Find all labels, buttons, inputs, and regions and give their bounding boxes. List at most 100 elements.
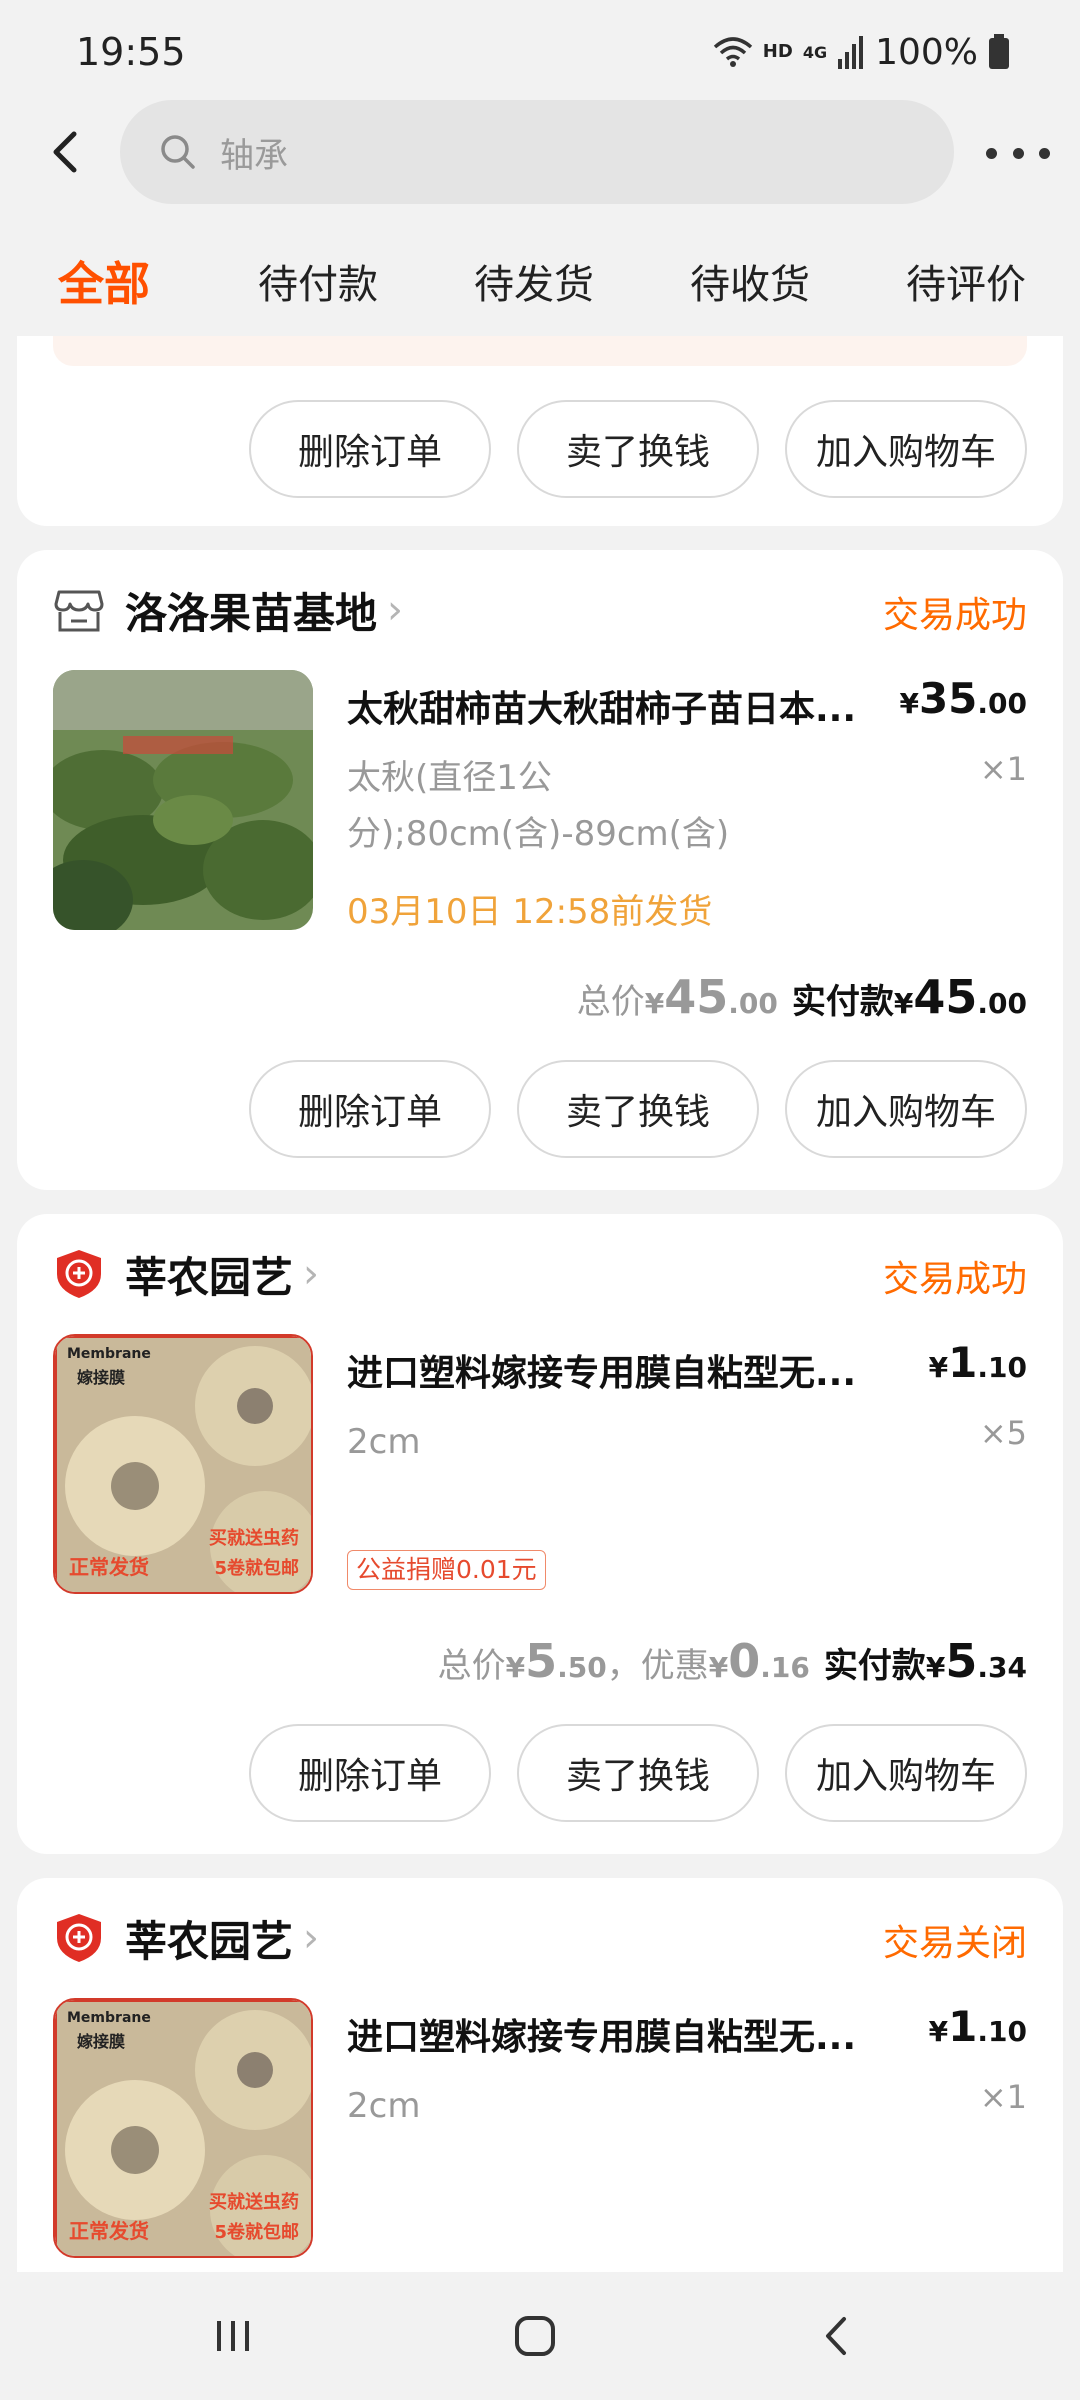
- order-status: 交易关闭: [882, 1923, 1027, 1964]
- product-title[interactable]: 进口塑料嫁接专用膜自粘型无...: [347, 1344, 877, 1396]
- price-currency: ¥: [928, 1351, 949, 1384]
- unit-price: ¥1.10: [929, 2002, 1027, 2051]
- paid-integer: 45: [913, 970, 978, 1024]
- home-button[interactable]: [500, 2306, 570, 2366]
- product-spec: 2cm: [347, 1422, 421, 1462]
- paid-amount: ¥5.34: [926, 1634, 1027, 1688]
- dot-icon: [986, 147, 997, 159]
- search-icon: [161, 135, 195, 169]
- charity-badge: 公益捐赠0.01元: [347, 1550, 546, 1590]
- price-integer: 1: [948, 1338, 978, 1387]
- price-currency: ¥: [899, 687, 919, 720]
- discount-label: ，优惠: [606, 1646, 709, 1686]
- resell-button[interactable]: 卖了换钱: [517, 400, 759, 498]
- price-currency: ¥: [928, 2015, 949, 2048]
- tab-all[interactable]: 全部: [58, 248, 150, 314]
- add-to-cart-button[interactable]: 加入购物车: [785, 1724, 1027, 1822]
- tab-pending-receipt[interactable]: 待收货: [690, 252, 810, 310]
- image-promo-text: 买就送虫药: [209, 1528, 299, 1549]
- image-promo-text: 买就送虫药: [209, 2192, 299, 2213]
- product-title[interactable]: 进口塑料嫁接专用膜自粘型无...: [347, 2008, 877, 2060]
- order-status: 交易成功: [882, 595, 1027, 636]
- product-spec: 太秋(直径1公分);80cm(含)-89cm(含): [347, 758, 730, 854]
- order-status: 交易成功: [882, 1259, 1027, 1300]
- tab-pending-payment[interactable]: 待付款: [258, 252, 378, 310]
- discount-amount: ¥0.16: [709, 1634, 810, 1688]
- shop-link[interactable]: 洛洛果苗基地 ›: [53, 580, 403, 640]
- price-decimal: .10: [977, 2015, 1027, 2048]
- image-promo-text: 5卷就包邮: [214, 1558, 299, 1579]
- delete-order-button[interactable]: 删除订单: [249, 1060, 491, 1158]
- back-button[interactable]: [36, 122, 96, 182]
- total-amount: ¥45.00: [645, 970, 778, 1024]
- shop-name: 莘农园艺: [125, 1252, 294, 1302]
- order-actions: 删除订单 卖了换钱 加入购物车: [249, 400, 1027, 498]
- paid-amount: ¥45.00: [894, 970, 1027, 1024]
- back-arrow-icon: [53, 131, 77, 173]
- quantity: ×1: [979, 2078, 1027, 2116]
- battery-icon: [989, 34, 1009, 69]
- chevron-right-icon: ›: [303, 1251, 320, 1297]
- more-options-button[interactable]: [986, 130, 1050, 176]
- search-input[interactable]: 轴承: [120, 100, 954, 204]
- product-image[interactable]: Membrane 嫁接膜 正常发货 买就送虫药 5卷就包邮: [53, 1998, 313, 2258]
- product-image[interactable]: Membrane 嫁接膜 正常发货 买就送虫药 5卷就包邮: [53, 1334, 313, 1594]
- status-icons: HD 4G 100%: [713, 28, 1010, 76]
- system-back-button[interactable]: [802, 2306, 872, 2366]
- system-navigation-bar: [0, 2272, 1080, 2400]
- search-header: 轴承: [0, 100, 1080, 208]
- total-amount: ¥5.50: [506, 1634, 607, 1688]
- signal-icon: [838, 36, 864, 69]
- delete-order-button[interactable]: 删除订单: [249, 400, 491, 498]
- recent-apps-button[interactable]: [198, 2306, 268, 2366]
- total-label: 总价: [576, 982, 645, 1022]
- tab-pending-shipment[interactable]: 待发货: [474, 252, 594, 310]
- product-image[interactable]: [53, 670, 313, 930]
- order-total: 总价 ¥5.50 ，优惠 ¥0.16 实付款 ¥5.34: [438, 1634, 1027, 1688]
- status-time: 19:55: [76, 30, 186, 74]
- status-bar: 19:55 HD 4G 100%: [0, 0, 1080, 100]
- shop-name: 洛洛果苗基地: [125, 588, 378, 638]
- quantity: ×1: [979, 750, 1027, 788]
- total-label: 总价: [437, 1646, 506, 1686]
- price-decimal: .00: [977, 687, 1027, 720]
- wifi-icon: [713, 37, 752, 67]
- add-to-cart-button[interactable]: 加入购物车: [785, 1060, 1027, 1158]
- order-card: 删除订单 卖了换钱 加入购物车: [17, 336, 1063, 526]
- total-decimal: .50: [557, 1651, 607, 1684]
- total-integer: 45: [664, 970, 729, 1024]
- unit-price: ¥1.10: [929, 1338, 1027, 1387]
- dot-icon: [1012, 147, 1024, 159]
- hd-indicator: HD: [762, 41, 793, 62]
- order-actions: 删除订单 卖了换钱 加入购物车: [249, 1724, 1027, 1822]
- dot-icon: [1039, 147, 1050, 159]
- paid-decimal: .34: [977, 1651, 1027, 1684]
- product-title[interactable]: 太秋甜柿苗大秋甜柿子苗日本...: [347, 680, 877, 732]
- image-brand-text: Membrane: [67, 1346, 151, 1362]
- delete-order-button[interactable]: 删除订单: [249, 1724, 491, 1822]
- network-indicator: 4G: [802, 42, 828, 62]
- resell-button[interactable]: 卖了换钱: [517, 1060, 759, 1158]
- tab-pending-review[interactable]: 待评价: [906, 252, 1026, 310]
- price-integer: 1: [948, 2002, 978, 2051]
- order-tabs: 全部 待付款 待发货 待收货 待评价: [0, 232, 1080, 336]
- price-decimal: .10: [977, 1351, 1027, 1384]
- image-brand-text: Membrane: [67, 2010, 151, 2026]
- paid-label: 实付款: [791, 982, 894, 1022]
- shop-link[interactable]: 莘农园艺 ›: [53, 1244, 319, 1304]
- discount-integer: 0: [728, 1634, 761, 1688]
- total-currency: ¥: [505, 1651, 526, 1684]
- paid-currency: ¥: [893, 987, 914, 1020]
- paid-integer: 5: [945, 1634, 978, 1688]
- image-product-text: 嫁接膜: [77, 1368, 126, 1387]
- order-card: 莘农园艺 › 交易关闭 Membrane 嫁接膜 正常发货 买就送虫药 5卷就包…: [17, 1878, 1063, 2272]
- resell-button[interactable]: 卖了换钱: [517, 1724, 759, 1822]
- order-list[interactable]: 删除订单 卖了换钱 加入购物车 洛洛果苗基地 › 交易成功 太秋甜柿苗大秋甜柿子…: [0, 336, 1080, 2272]
- battery-percent: 100%: [875, 31, 978, 73]
- shop-link[interactable]: 莘农园艺 ›: [53, 1908, 319, 1968]
- product-spec: 2cm: [347, 2086, 421, 2126]
- back-chevron-icon: [826, 2317, 846, 2355]
- order-total: 总价 ¥45.00 实付款 ¥45.00: [577, 970, 1027, 1024]
- chevron-right-icon: ›: [387, 587, 404, 633]
- add-to-cart-button[interactable]: 加入购物车: [785, 400, 1027, 498]
